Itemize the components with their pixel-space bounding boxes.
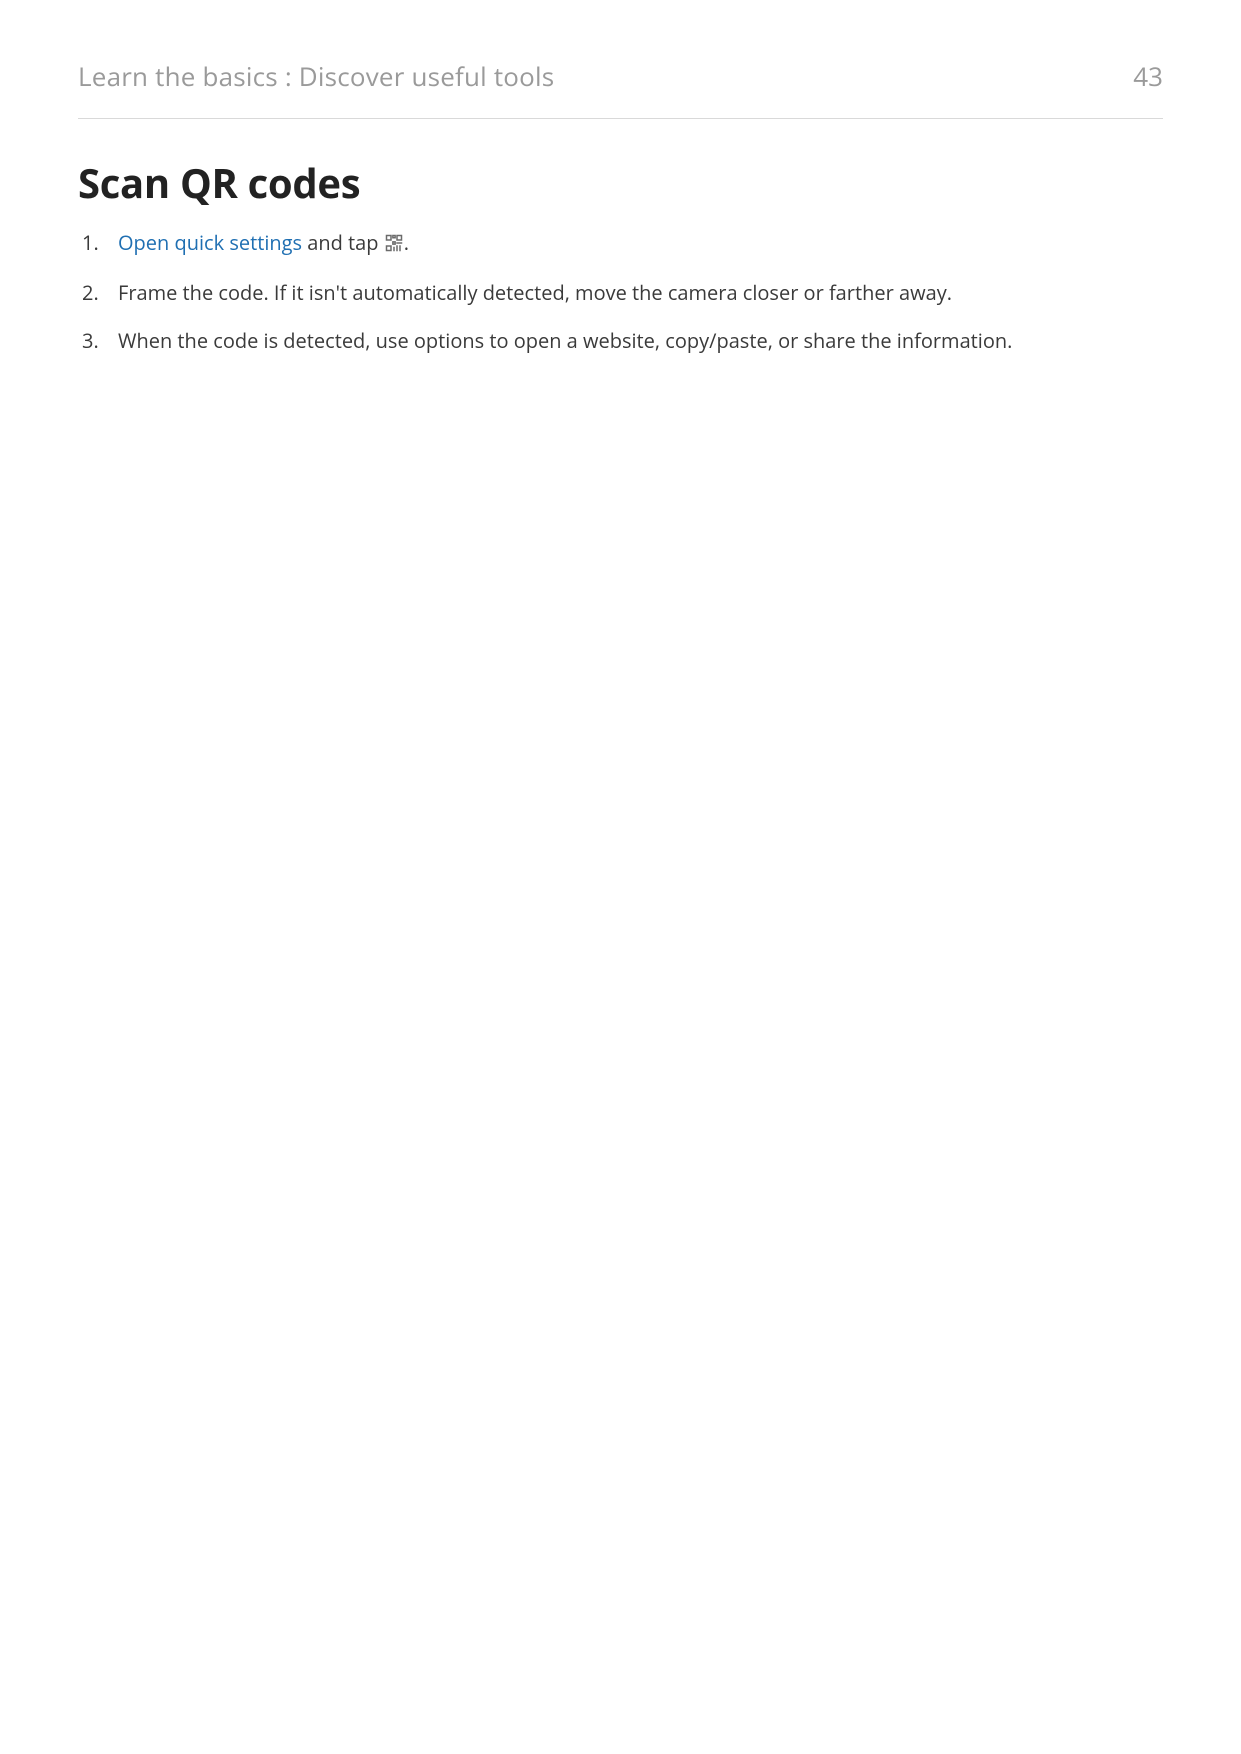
breadcrumb: Learn the basics : Discover useful tools — [78, 58, 554, 94]
page-header: Learn the basics : Discover useful tools… — [78, 58, 1163, 94]
list-item: Open quick settings and tap . — [82, 228, 1163, 278]
page-title: Scan QR codes — [78, 155, 1163, 210]
step-text: and tap — [302, 229, 384, 256]
header-divider — [78, 118, 1163, 119]
step-text: When the code is detected, use options t… — [118, 327, 1012, 354]
step-text: Frame the code. If it isn't automaticall… — [118, 279, 952, 306]
qr-scan-icon — [385, 230, 403, 260]
list-item: Frame the code. If it isn't automaticall… — [82, 278, 1163, 326]
list-item: When the code is detected, use options t… — [82, 326, 1163, 374]
steps-list: Open quick settings and tap . Frame the … — [78, 228, 1163, 374]
step-text-tail: . — [404, 229, 409, 256]
open-quick-settings-link[interactable]: Open quick settings — [118, 229, 302, 256]
page-number: 43 — [1133, 58, 1163, 94]
document-page: Learn the basics : Discover useful tools… — [0, 0, 1241, 1754]
